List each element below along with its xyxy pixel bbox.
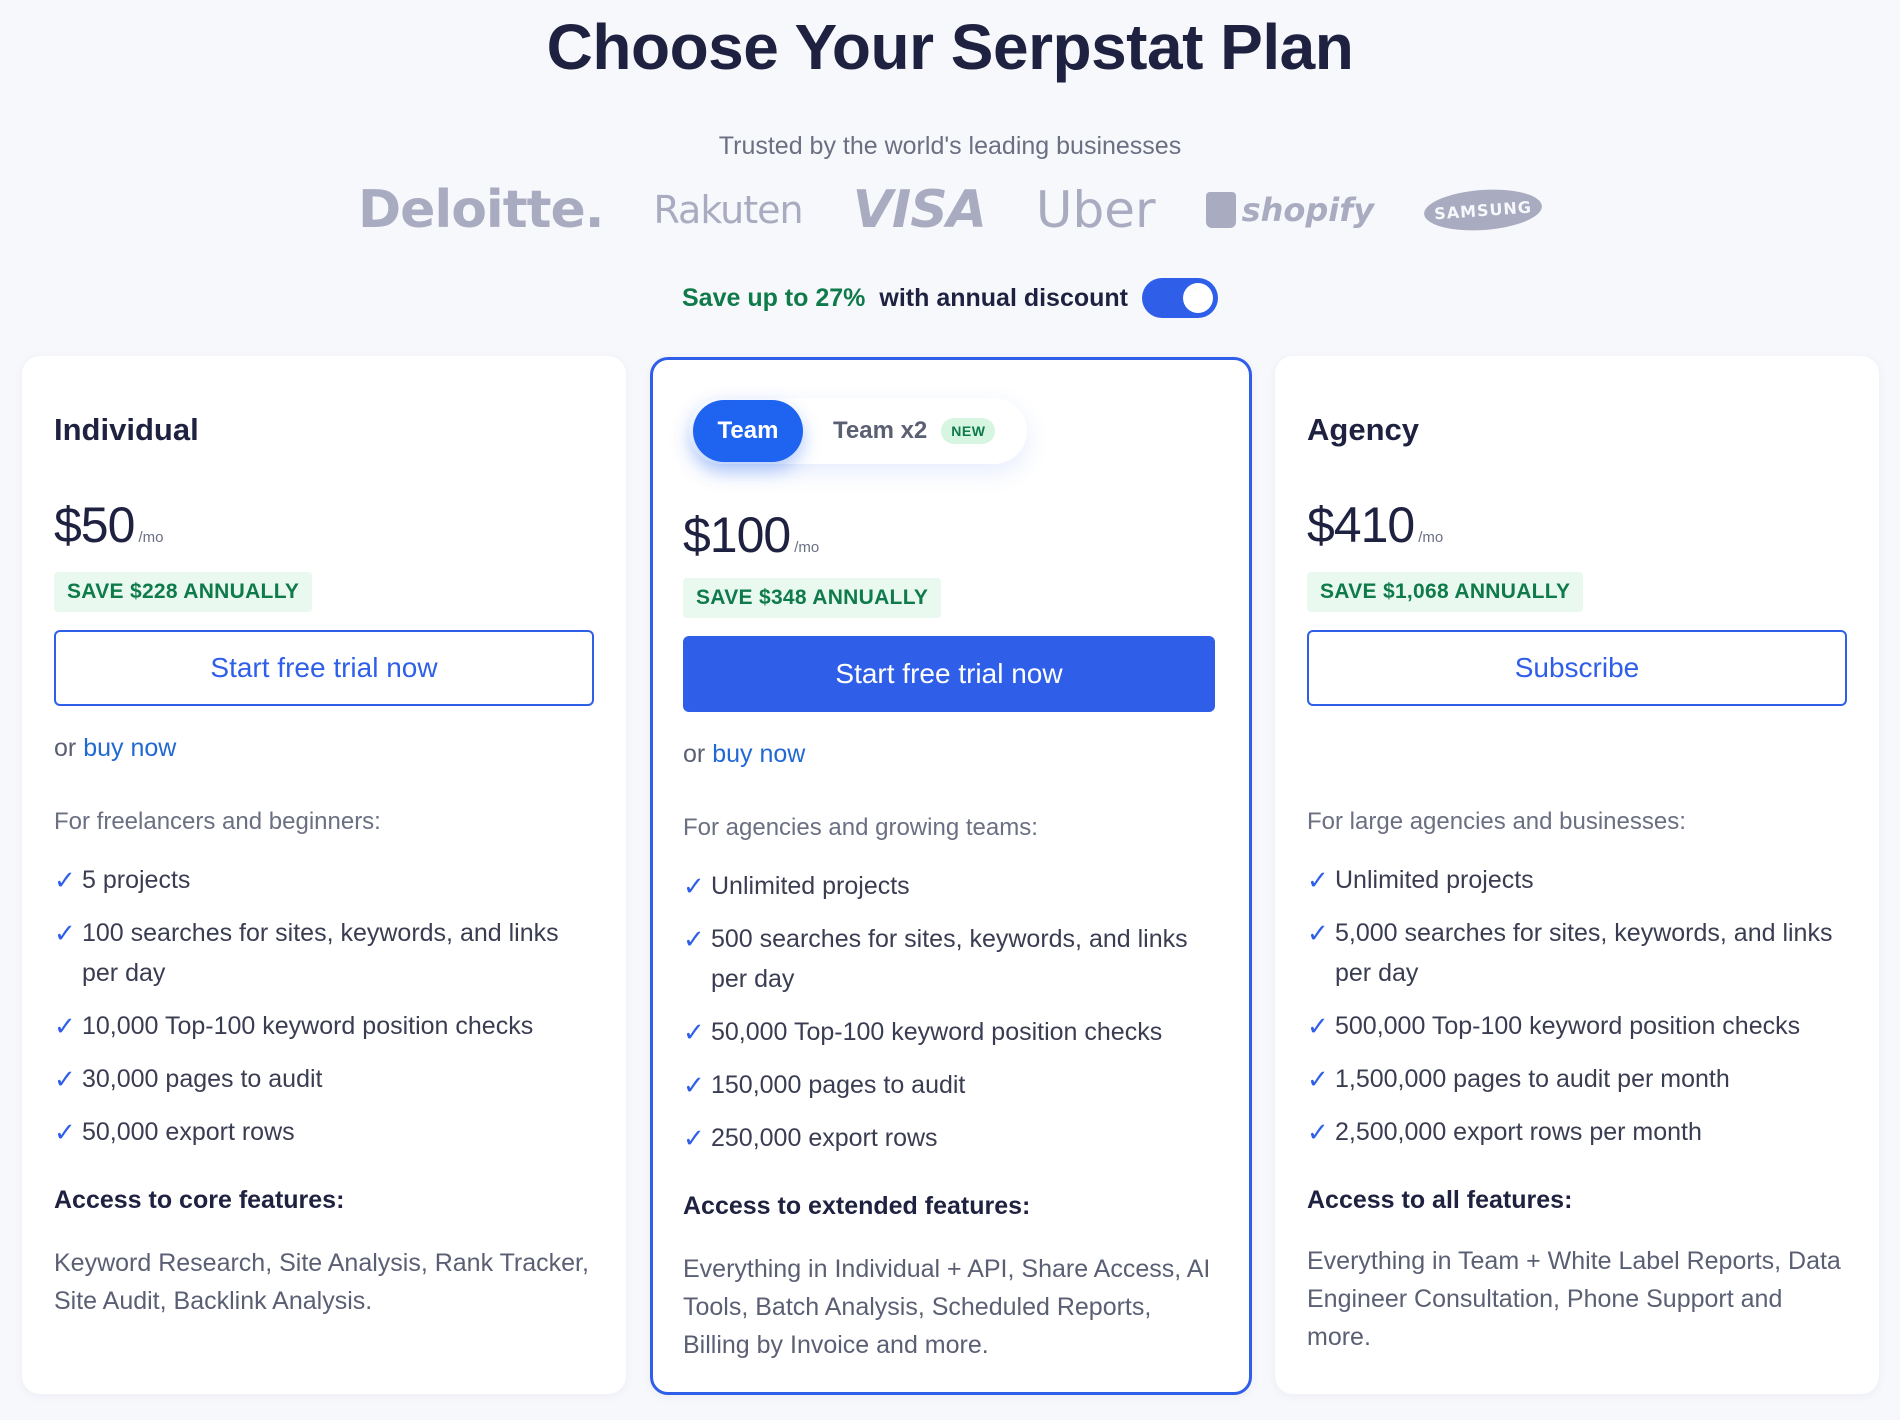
plan-audience: For freelancers and beginners: (54, 808, 381, 835)
buy-now-link[interactable]: buy now (83, 734, 176, 762)
feature-item: ✓ Unlimited projects (683, 866, 1215, 906)
team-plan-switch: Team Team x2 NEW (689, 398, 1027, 464)
plan-card-team: Team Team x2 NEW $100 /mo SAVE $348 ANNU… (650, 357, 1252, 1395)
uber-logo: Uber (1035, 181, 1156, 239)
buy-now-link[interactable]: buy now (712, 740, 805, 768)
pricing-page: Choose Your Serpstat Plan Trusted by the… (0, 0, 1900, 1420)
check-icon: ✓ (683, 1017, 705, 1047)
price-period: /mo (138, 529, 164, 546)
plan-audience: For agencies and growing teams: (683, 814, 1038, 841)
page-title: Choose Your Serpstat Plan (546, 11, 1354, 83)
discount-highlight: Save up to 27% (681, 283, 866, 312)
feature-item: ✓ 5,000 searches for sites, keywords, and… (1307, 913, 1847, 993)
check-icon: ✓ (1307, 1064, 1329, 1094)
or-text: or (683, 740, 706, 768)
shopify-logo: shopify (1205, 191, 1375, 229)
feature-item: ✓ 1,500,000 pages to audit per month (1307, 1059, 1847, 1099)
plan-audience: For large agencies and businesses: (1307, 808, 1686, 835)
check-icon: ✓ (54, 1011, 76, 1041)
annual-discount-row: Save up to 27% with annual discount (0, 278, 1900, 318)
samsung-logo: SAMSUNG (1422, 185, 1544, 235)
price-amount: $100 (683, 507, 791, 563)
feature-item: ✓ 50,000 Top-100 keyword position checks (683, 1012, 1215, 1052)
check-icon: ✓ (54, 1117, 76, 1147)
access-description: Everything in Team + White Label Reports… (1307, 1247, 1841, 1351)
plan-name: Individual (54, 412, 199, 447)
feature-item: ✓ 50,000 export rows (54, 1112, 594, 1152)
annual-savings-badge: SAVE $228 ANNUALLY (54, 572, 313, 612)
feature-item: ✓ 500 searches for sites, keywords, and l… (683, 919, 1215, 999)
plan-price: $410 /mo (1307, 496, 1443, 554)
feature-item: ✓ 30,000 pages to audit (54, 1059, 594, 1099)
price-period: /mo (1418, 529, 1444, 546)
plan-price: $50 /mo (54, 496, 163, 554)
feature-item: ✓ 500,000 Top-100 keyword position checks (1307, 1006, 1847, 1046)
buy-now-row: or buy now (54, 734, 176, 763)
plan-card-individual: Individual $50 /mo SAVE $228 ANNUALLY St… (22, 356, 626, 1394)
subscribe-button[interactable]: Subscribe (1307, 630, 1847, 706)
feature-list: ✓ Unlimited projects ✓ 500 searches for si… (683, 866, 1215, 1171)
check-icon: ✓ (1307, 1117, 1329, 1147)
client-logos: Deloitte. Rakuten VISA Uber shopify SAMS… (0, 180, 1900, 240)
feature-item: ✓ Unlimited projects (1307, 860, 1847, 900)
start-free-trial-button[interactable]: Start free trial now (54, 630, 594, 706)
feature-item: ✓ 150,000 pages to audit (683, 1065, 1215, 1105)
check-icon: ✓ (1307, 865, 1329, 895)
access-title: Access to core features: (54, 1186, 345, 1214)
check-icon: ✓ (54, 865, 76, 895)
trusted-by-text: Trusted by the world's leading businesse… (718, 132, 1182, 160)
deloitte-logo: Deloitte. (357, 180, 605, 240)
check-icon: ✓ (1307, 918, 1329, 948)
buy-now-row: or buy now (683, 740, 805, 769)
feature-item: ✓ 2,500,000 export rows per month (1307, 1112, 1847, 1152)
or-text: or (54, 734, 77, 762)
access-title: Access to extended features: (683, 1192, 1031, 1220)
shopify-logo-text: shopify (1241, 191, 1375, 229)
price-amount: $50 (54, 497, 135, 553)
check-icon: ✓ (1307, 1011, 1329, 1041)
toggle-knob (1183, 283, 1213, 313)
access-description: Everything in Individual + API, Share Ac… (683, 1255, 1211, 1359)
plan-price: $100 /mo (683, 506, 819, 564)
check-icon: ✓ (54, 1064, 76, 1094)
check-icon: ✓ (683, 1070, 705, 1100)
plan-card-agency: Agency $410 /mo SAVE $1,068 ANNUALLY Sub… (1275, 356, 1879, 1394)
check-icon: ✓ (54, 918, 76, 948)
price-period: /mo (794, 539, 820, 556)
access-title: Access to all features: (1307, 1186, 1573, 1214)
discount-text: with annual discount (879, 283, 1128, 312)
feature-item: ✓ 10,000 Top-100 keyword position checks (54, 1006, 594, 1046)
shopping-bag-icon (1205, 192, 1236, 228)
annual-discount-toggle[interactable] (1142, 278, 1218, 318)
feature-item: ✓ 100 searches for sites, keywords, and l… (54, 913, 594, 993)
check-icon: ✓ (683, 871, 705, 901)
tab-team-x2-label: Team x2 (833, 417, 928, 444)
rakuten-logo: Rakuten (653, 188, 803, 232)
feature-item: ✓ 5 projects (54, 860, 594, 900)
tab-team[interactable]: Team (693, 400, 803, 462)
feature-list: ✓ 5 projects ✓ 100 searches for sites, key… (54, 860, 594, 1165)
plan-name: Agency (1307, 412, 1419, 447)
new-badge: NEW (941, 418, 996, 444)
start-free-trial-button[interactable]: Start free trial now (683, 636, 1215, 712)
annual-savings-badge: SAVE $348 ANNUALLY (683, 578, 942, 618)
check-icon: ✓ (683, 924, 705, 954)
feature-list: ✓ Unlimited projects ✓ 5,000 searches for … (1307, 860, 1847, 1165)
annual-savings-badge: SAVE $1,068 ANNUALLY (1307, 572, 1584, 612)
access-description: Keyword Research, Site Analysis, Rank Tr… (54, 1249, 589, 1315)
check-icon: ✓ (683, 1123, 705, 1153)
price-amount: $410 (1307, 497, 1415, 553)
visa-logo: VISA (852, 180, 987, 240)
tab-team-x2[interactable]: Team x2 NEW (833, 417, 996, 445)
feature-item: ✓ 250,000 export rows (683, 1118, 1215, 1158)
